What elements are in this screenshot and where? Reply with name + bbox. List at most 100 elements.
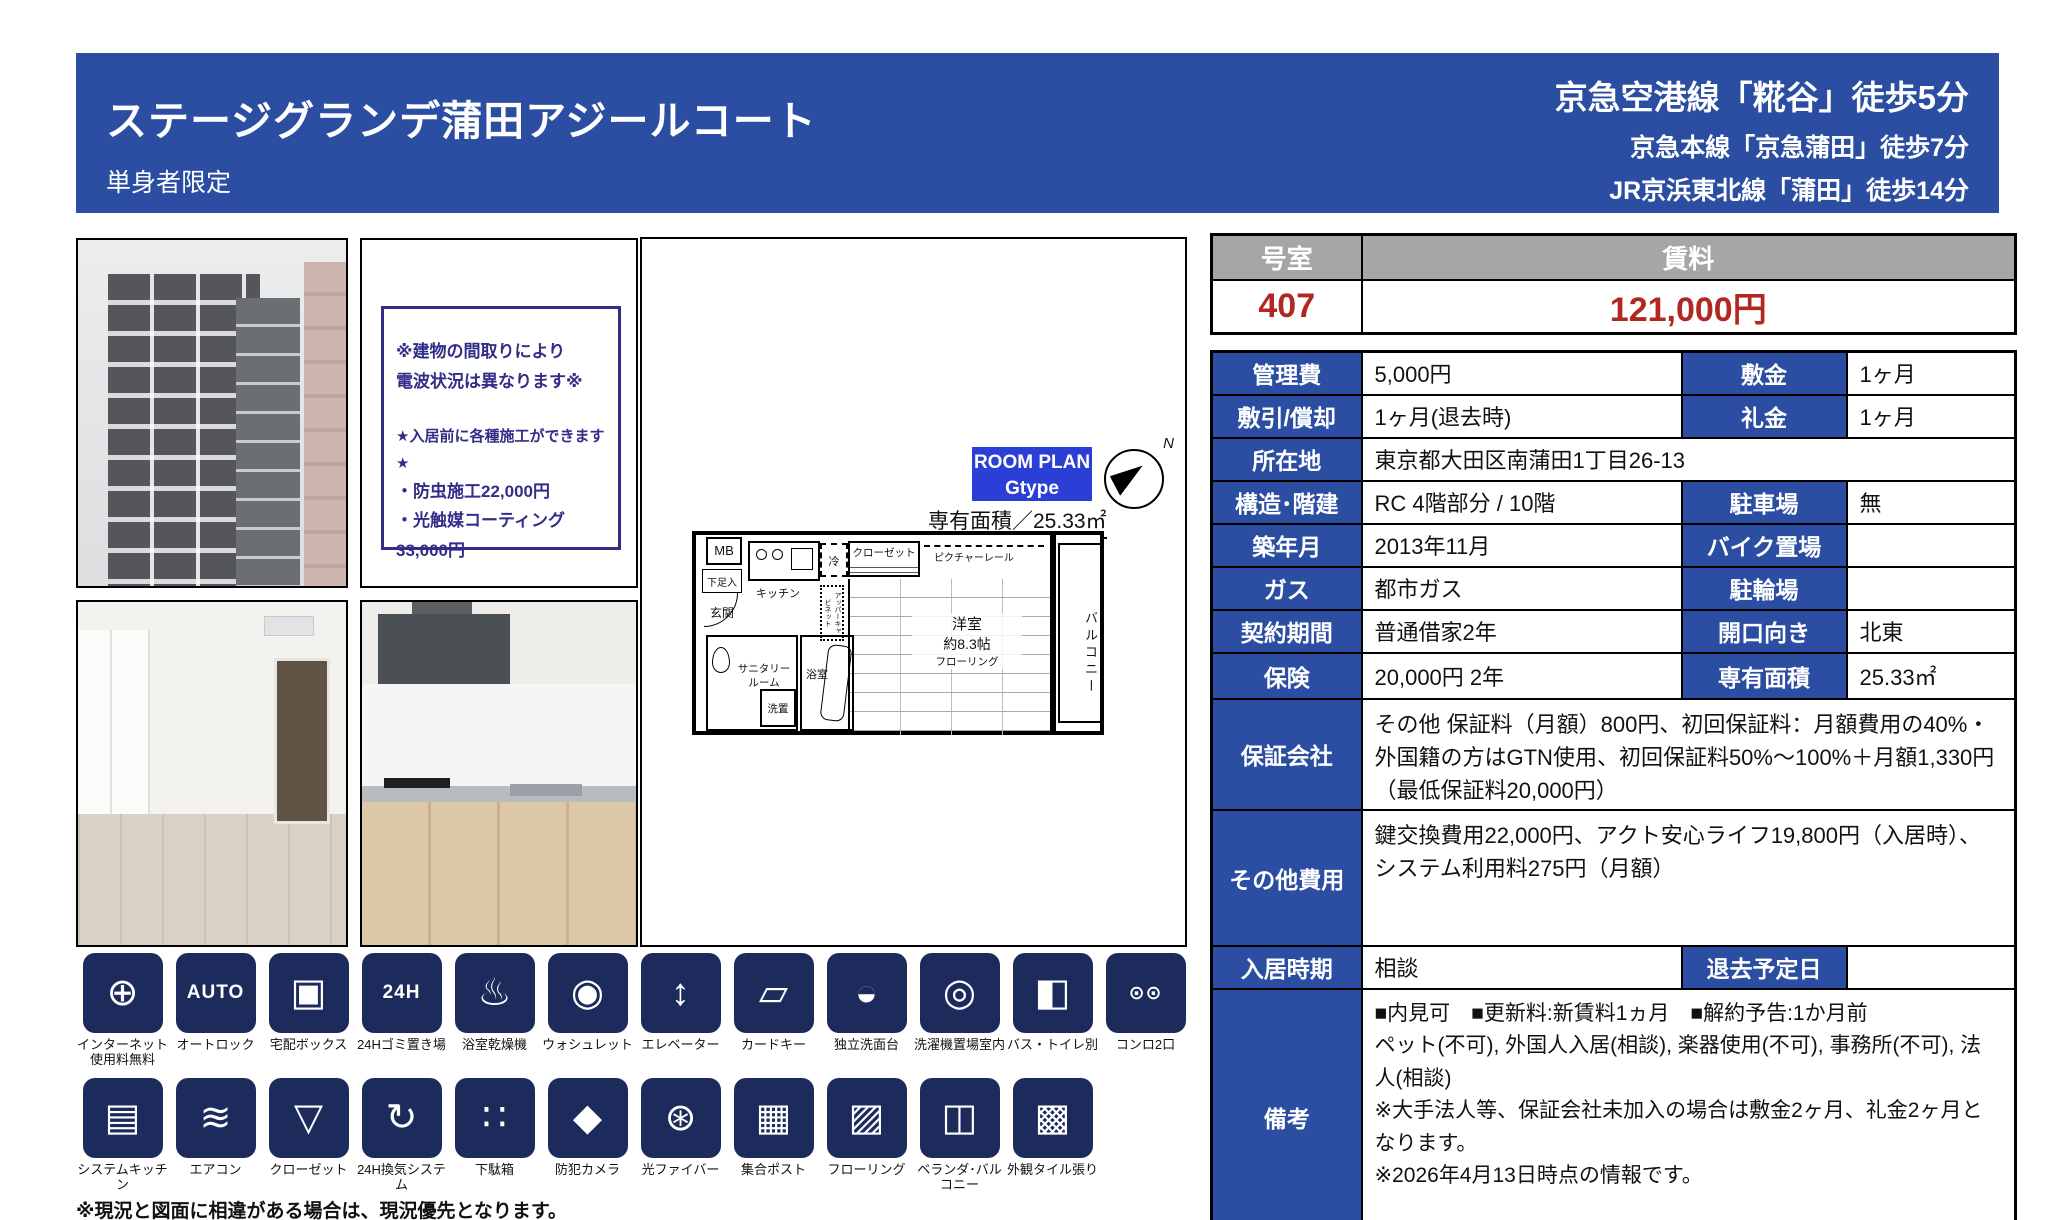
toilet-icon [712,647,730,673]
value-shikibiki: 1ヶ月(退去時) [1362,395,1682,438]
photo-room-floor [78,814,346,945]
access-line-3: JR京浜東北線「蒲田」徒歩14分 [1555,171,1969,207]
radio-wave-note-box: ※建物の間取りにより 電波状況は異なります※ ★入居前に各種施工ができます★ ・… [381,306,621,550]
amenity-label: システムキッチン [76,1163,169,1193]
header-left: ステージグランデ蒲田アジールコート 単身者限定 [106,69,817,197]
rent-amount: 121,000円 [1362,280,2016,334]
amenity-two-burner-stove: ⊙⊙ コンロ2口 [1099,953,1192,1068]
floorplan-mb: MB [706,537,742,565]
property-title: ステージグランデ蒲田アジールコート [106,87,817,147]
table-row: 備考 ■内見可 ■更新料:新賃料1ヵ月 ■解約予告:1か月前 ペット(不可), … [1212,989,2016,1220]
photo-kitchen-stove [384,778,450,788]
floorplan-laundry: 洗置 [760,689,796,727]
value-churinjo [1847,567,2016,610]
room-number: 407 [1212,280,1362,334]
stove-icon: ⊙⊙ [1106,953,1186,1033]
photo-kitchen-sink [510,784,582,796]
value-kouzou: RC 4階部分 / 10階 [1362,481,1682,524]
photo-neighbor-building [304,262,346,586]
value-kanrihi: 5,000円 [1362,352,1682,395]
amenity-label: 独立洗面台 [820,1038,913,1053]
security-camera-icon: ◆ [548,1078,628,1158]
value-muki: 北東 [1847,610,2016,653]
photo-kitchen-cabinets [362,802,636,945]
autolock-icon: AUTO [176,953,256,1033]
label-nyukyo: 入居時期 [1212,946,1362,989]
property-subtitle: 単身者限定 [106,163,817,199]
table-row: 入居時期 相談 退去予定日 [1212,946,2016,989]
room-plan-label: ROOM PLAN Gtype [972,447,1092,501]
internet-icon: ⊕ [83,953,163,1033]
table-row: ガス 都市ガス 駐輪場 [1212,567,2016,610]
value-biko: ■内見可 ■更新料:新賃料1ヵ月 ■解約予告:1か月前 ペット(不可), 外国人… [1362,989,2016,1220]
value-taikyo [1847,946,2016,989]
floorplan-shoe-box: 下足入 [702,569,742,593]
label-reikin: 礼金 [1682,395,1847,438]
label-keiyaku: 契約期間 [1212,610,1362,653]
shoe-cabinet-icon: ∷ [455,1078,535,1158]
amenity-label: フローリング [820,1163,913,1178]
amenity-label: エレベーター [634,1038,727,1053]
price-table: 号室 賃料 407 121,000円 [1210,233,2017,335]
value-reikin: 1ヶ月 [1847,395,2016,438]
floorplan-kitchen-counter [748,541,820,581]
photo-room-closet [78,630,150,816]
amenity-icons-row-2: ▤ システムキッチン ≋ エアコン ▽ クローゼット ↻ 24H換気システム ∷… [76,1078,1099,1193]
optical-fiber-icon: ⊛ [641,1078,721,1158]
western-room-text: 洋室 約8.3帖 フローリング [912,613,1022,669]
room-name: 洋室 [912,613,1022,634]
sink-icon [791,548,813,570]
amenity-label: 洗濯機置場室内 [913,1038,1006,1053]
compass-icon: N [1104,449,1164,509]
amenity-label: 防犯カメラ [541,1163,634,1178]
amenity-flooring: ▨ フローリング [820,1078,913,1193]
floorplan-closet: クローゼット [848,541,920,577]
value-hoken: 20,000円 2年 [1362,653,1682,699]
bathroom-dryer-icon: ♨ [455,953,535,1033]
amenity-label: ウォシュレット [541,1038,634,1053]
amenity-autolock: AUTO オートロック [169,953,262,1068]
label-churinjo: 駐輪場 [1682,567,1847,610]
amenity-label: 24Hゴミ置き場 [355,1038,448,1053]
value-senyumenseki: 25.33㎡ [1847,653,2016,699]
label-taikyo: 退去予定日 [1682,946,1847,989]
note-line-3: ★入居前に各種施工ができます★ [396,423,612,477]
detail-table: 管理費 5,000円 敷金 1ヶ月 敷引/償却 1ヶ月(退去時) 礼金 1ヶ月 … [1210,350,2017,1220]
table-row: 構造･階建 RC 4階部分 / 10階 駐車場 無 [1212,481,2016,524]
amenity-24h-ventilation: ↻ 24H換気システム [355,1078,448,1193]
amenity-label: 集合ポスト [727,1163,820,1178]
delivery-box-icon: ▣ [269,953,349,1033]
table-row: 保険 20,000円 2年 専有面積 25.33㎡ [1212,653,2016,699]
label-sonota-hiyo: その他費用 [1212,810,1362,946]
amenity-balcony: ◫ ベランダ･バルコニー [913,1078,1006,1193]
air-conditioner-icon: ≋ [176,1078,256,1158]
vanity-icon: ◒ [827,953,907,1033]
balcony-icon: ◫ [920,1078,1000,1158]
amenity-label: 外観タイル張り [1006,1163,1099,1178]
amenity-optical-fiber: ⊛ 光ファイバー [634,1078,727,1193]
compass-needle [1110,460,1150,495]
amenity-label: 下駄箱 [448,1163,541,1178]
value-bike [1847,524,2016,567]
room-flooring: フローリング [912,654,1022,669]
label-shozaichi: 所在地 [1212,438,1362,481]
mailbox-icon: ▦ [734,1078,814,1158]
amenity-label: 24H換気システム [355,1163,448,1193]
price-header-room: 号室 [1212,235,1362,280]
floorplan-upper-cabinet: アッパーキャビネット [820,585,844,641]
value-sonota-hiyo: 鍵交換費用22,000円、アクト安心ライフ19,800円（入居時）、システム利用… [1362,810,2016,946]
room-photo [76,600,348,947]
property-flyer: ステージグランデ蒲田アジールコート 単身者限定 京急空港線「糀谷」徒歩5分 京急… [0,0,2056,1220]
station-access: 京急空港線「糀谷」徒歩5分 京急本線「京急蒲田」徒歩7分 JR京浜東北線「蒲田」… [1555,69,1969,197]
tile-exterior-icon: ▩ [1013,1078,1093,1158]
ventilation-icon: ↻ [362,1078,442,1158]
biko-line-4: ※2026年4月13日時点の情報です。 [1375,1160,2003,1193]
value-hoshogaisha: その他 保証料（月額）800円、初回保証料：月額費用の40%・外国籍の方はGTN… [1362,699,2016,810]
stove-burner-icon [756,549,767,560]
table-row: 築年月 2013年11月 バイク置場 [1212,524,2016,567]
amenity-label: エアコン [169,1163,262,1178]
table-row: 契約期間 普通借家2年 開口向き 北東 [1212,610,2016,653]
amenity-tile-exterior: ▩ 外観タイル張り [1006,1078,1099,1193]
amenity-label: 浴室乾燥機 [448,1038,541,1053]
access-line-1: 京急空港線「糀谷」徒歩5分 [1555,71,1969,119]
